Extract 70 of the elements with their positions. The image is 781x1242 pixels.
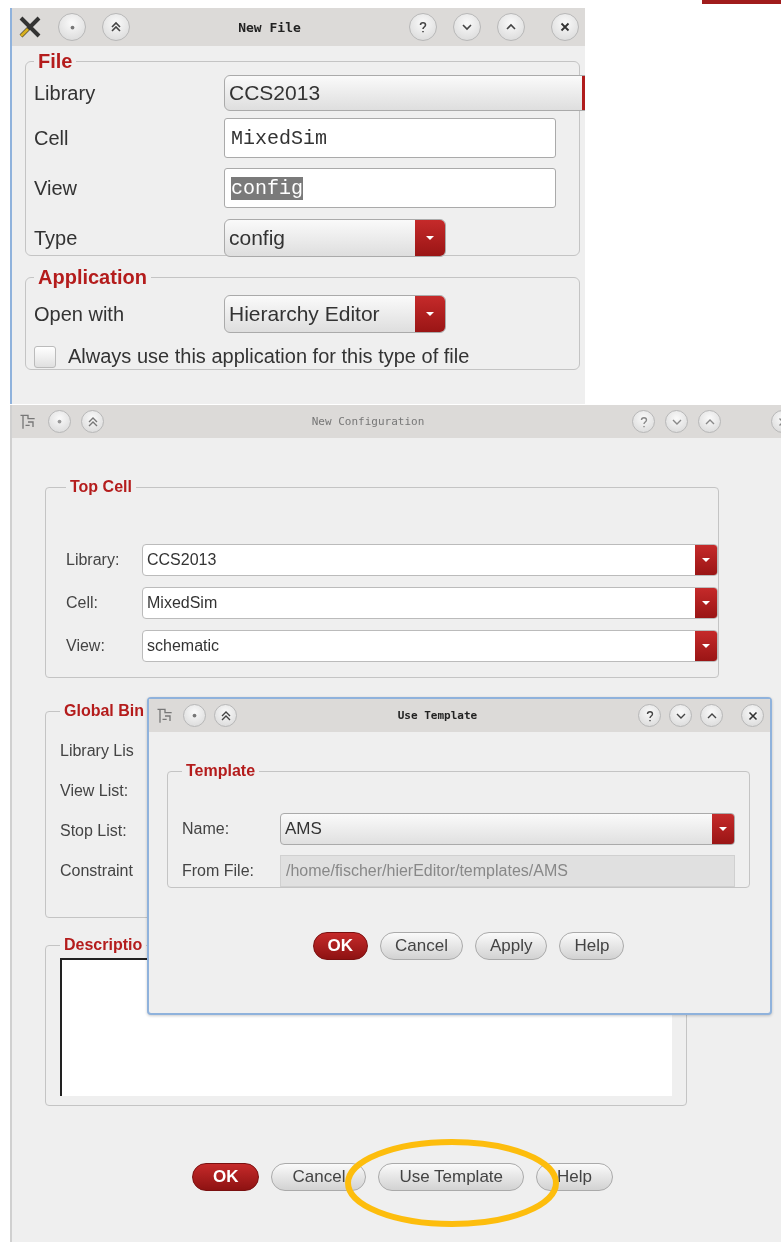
field-label: View List:: [60, 782, 129, 800]
field-label: Type: [34, 226, 79, 250]
caret-down-icon: [701, 556, 711, 563]
field-label: Library Lis: [60, 742, 134, 760]
field-label: Library:: [66, 550, 121, 569]
group-title: Descriptio: [63, 936, 144, 954]
caret-down-icon: [701, 599, 711, 606]
primary-button[interactable]: OK: [192, 1163, 260, 1191]
checkbox-label: Always use this application for this type of file: [68, 345, 470, 368]
read-only-field: /home/fischer/hierEditor/templates/AMS: [280, 855, 735, 887]
field-label: Stop List:: [60, 822, 127, 840]
dot-icon: [192, 713, 197, 718]
input-field[interactable]: config: [224, 168, 556, 208]
caret-down-icon: [425, 311, 435, 317]
field-label: Open with: [34, 302, 126, 326]
group-title: File: [37, 50, 74, 73]
group-title: Template: [185, 762, 257, 780]
group-title: Top Cell: [69, 478, 133, 496]
raise-button[interactable]: [700, 704, 723, 727]
dot-icon: [69, 24, 75, 30]
input-field[interactable]: MixedSim: [224, 118, 556, 158]
lower-button[interactable]: [669, 704, 692, 727]
field-label: Cell:: [66, 593, 99, 612]
field-label: Library: [34, 81, 97, 105]
field-label: Name:: [182, 820, 231, 838]
raise-button[interactable]: [698, 410, 721, 433]
field-label: View: [34, 176, 78, 200]
field-label: View:: [66, 636, 106, 655]
lower-button[interactable]: [665, 410, 688, 433]
dialog-button[interactable]: Cancel: [271, 1163, 367, 1191]
group-title: Global Bin: [63, 702, 145, 720]
minimize-button[interactable]: [183, 704, 206, 727]
library-combo-box[interactable]: CCS2013: [224, 75, 585, 111]
shade-button[interactable]: [214, 704, 237, 727]
combo-box[interactable]: schematic: [142, 629, 718, 662]
close-button[interactable]: [741, 704, 764, 727]
dialog-button[interactable]: Cancel: [380, 932, 463, 960]
dialog-button[interactable]: Help: [536, 1163, 613, 1191]
combo-box[interactable]: CCS2013: [142, 543, 718, 576]
window-title: New File: [237, 19, 302, 35]
dropdown[interactable]: config: [224, 219, 446, 257]
x-logo-icon: [18, 15, 42, 39]
dialog-button[interactable]: Use Template: [378, 1163, 525, 1191]
field-label: From File:: [182, 862, 255, 880]
caret-down-icon: [425, 235, 435, 241]
primary-button[interactable]: OK: [312, 932, 369, 960]
group-title: Application: [37, 266, 148, 289]
lower-button[interactable]: [453, 13, 481, 41]
field-label: Cell: [34, 126, 70, 150]
field-label: Constraint: [60, 862, 133, 880]
checkbox[interactable]: [34, 345, 56, 368]
help-button[interactable]: [632, 410, 655, 433]
raise-button[interactable]: [497, 13, 525, 41]
combo-box[interactable]: MixedSim: [142, 586, 718, 619]
minimize-button[interactable]: [58, 13, 86, 41]
help-button[interactable]: [638, 704, 661, 727]
dropdown[interactable]: Hierarchy Editor: [224, 295, 446, 333]
caret-down-icon: [718, 826, 728, 832]
dialog-button[interactable]: Apply: [474, 932, 548, 960]
minimize-button[interactable]: [48, 410, 71, 433]
window-title: New Configuration: [310, 415, 426, 428]
dialog-button[interactable]: Help: [559, 932, 625, 960]
dropdown[interactable]: AMS: [280, 813, 735, 845]
shade-button[interactable]: [102, 13, 130, 41]
help-button[interactable]: [409, 13, 437, 41]
window-title: Use Template: [396, 709, 479, 722]
shade-button[interactable]: [81, 410, 104, 433]
close-button[interactable]: [551, 13, 579, 41]
dot-icon: [57, 419, 62, 424]
caret-down-icon: [701, 642, 711, 649]
